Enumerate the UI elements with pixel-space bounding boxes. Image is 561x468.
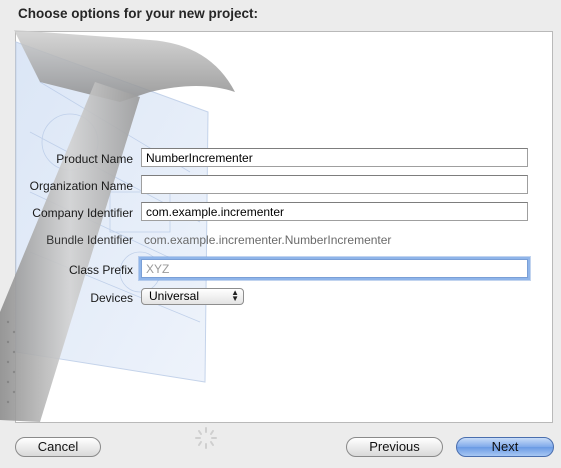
devices-select[interactable]: Universal ▲ ▼	[141, 288, 244, 305]
company-identifier-label: Company Identifier	[32, 206, 133, 220]
company-identifier-field[interactable]	[141, 202, 528, 221]
devices-label: Devices	[90, 291, 133, 305]
product-name-field[interactable]	[141, 148, 528, 167]
progress-spinner-icon	[195, 427, 217, 449]
cancel-button[interactable]: Cancel	[15, 437, 101, 457]
class-prefix-field[interactable]	[141, 259, 528, 278]
previous-button[interactable]: Previous	[346, 437, 443, 457]
company-identifier-row: Company Identifier	[0, 202, 561, 224]
organization-name-row: Organization Name	[0, 175, 561, 197]
bundle-identifier-row: Bundle Identifier com.example.incremente…	[0, 229, 561, 251]
next-button[interactable]: Next	[456, 437, 554, 457]
product-name-label: Product Name	[56, 152, 133, 166]
bundle-identifier-value: com.example.incrementer.NumberIncremente…	[144, 233, 392, 247]
bundle-identifier-label: Bundle Identifier	[46, 233, 133, 247]
devices-selected-value: Universal	[149, 289, 200, 303]
dialog-title: Choose options for your new project:	[18, 6, 259, 21]
content-panel	[15, 31, 553, 423]
class-prefix-label: Class Prefix	[68, 263, 133, 277]
organization-name-label: Organization Name	[29, 179, 133, 193]
class-prefix-row: Class Prefix	[0, 259, 561, 281]
organization-name-field[interactable]	[141, 175, 528, 194]
updown-chevron-icon: ▲ ▼	[231, 288, 239, 303]
devices-row: Devices Universal ▲ ▼	[0, 287, 561, 309]
product-name-row: Product Name	[0, 148, 561, 170]
